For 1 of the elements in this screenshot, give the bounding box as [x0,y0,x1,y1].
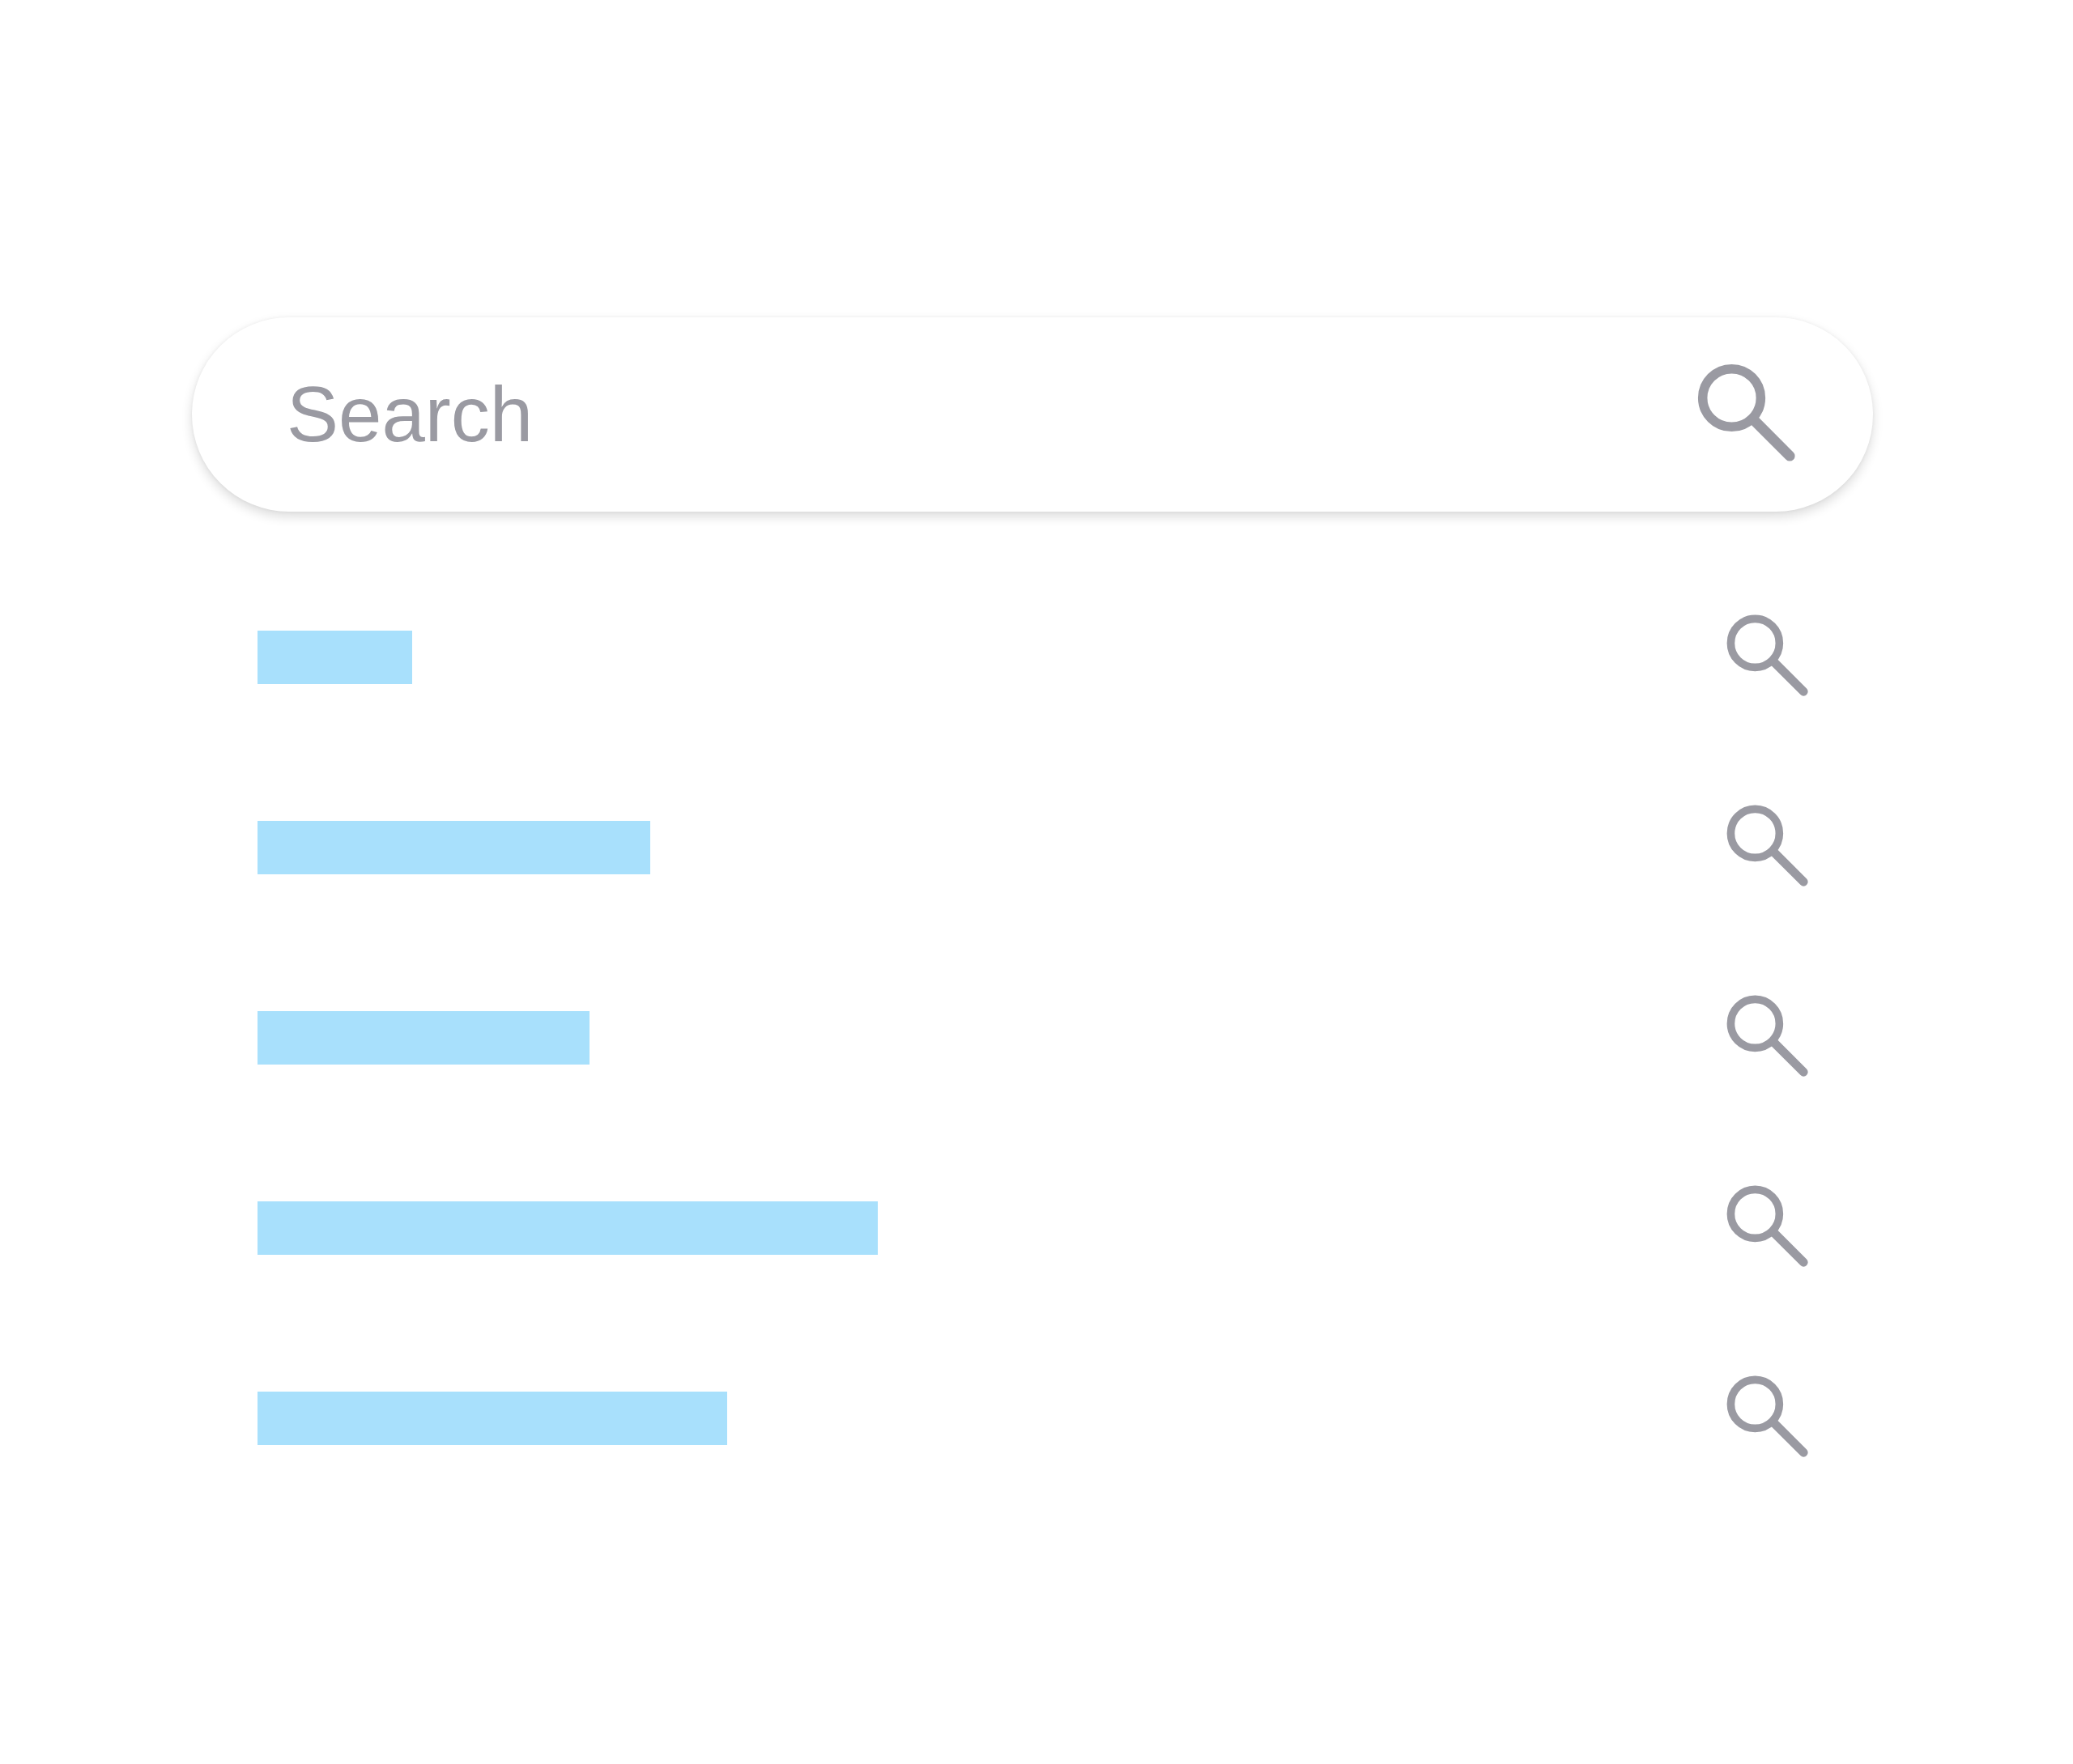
search-field[interactable]: Search [192,317,1873,512]
